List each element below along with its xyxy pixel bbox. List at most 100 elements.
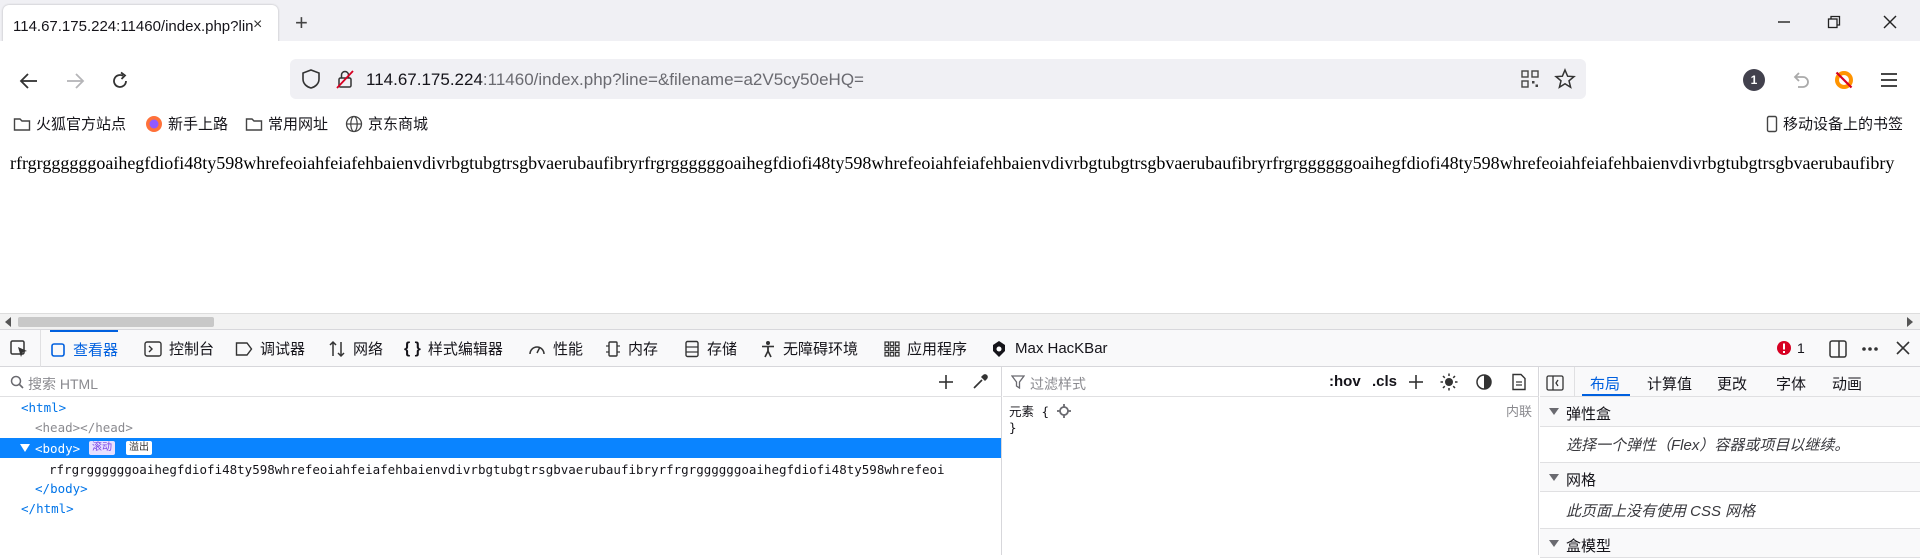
element-selector: 元素 { [1009,404,1050,419]
bookmark-item[interactable]: 火狐官方站点 [13,113,126,134]
error-counter[interactable]: 1 [1776,340,1805,356]
add-node-icon[interactable] [938,374,954,390]
tab-memory[interactable]: 内存 [605,330,658,367]
bookmark-label: 京东商城 [368,116,429,133]
bookmark-item[interactable]: 京东商城 [345,113,428,134]
body-open-tag: <body> [35,441,81,456]
reload-icon[interactable] [109,70,131,92]
insecure-lock-icon[interactable] [334,68,356,90]
new-tab-button[interactable]: + [295,12,308,34]
mobile-bookmarks-label: 移动设备上的书签 [1783,116,1904,133]
hover-states-button[interactable]: :hov [1329,373,1361,390]
devtools-close-icon[interactable] [1895,340,1911,356]
tab-label: 无障碍环境 [783,341,859,358]
tab-close-icon[interactable]: × [253,17,262,33]
tab-layout[interactable]: 布局 [1590,373,1620,394]
browser-tab[interactable]: 114.67.175.224:11460/index.php?line=&fil… [3,5,278,45]
undo-icon[interactable] [1789,69,1811,91]
box-model-section-header[interactable]: 盒模型 [1540,528,1920,558]
rules-panel: 过滤样式 :hov .cls 元素 { } 内联 [1003,367,1539,555]
gear-icon[interactable] [1057,403,1072,418]
print-media-icon[interactable] [1511,373,1527,391]
minimize-icon[interactable] [1776,14,1792,30]
extension-blocked-icon[interactable] [1833,69,1855,91]
navigation-toolbar: 114.67.175.224:11460/index.php?line=&fil… [0,41,1920,117]
account-badge-icon[interactable]: 1 [1743,69,1765,91]
expand-triangle-icon[interactable] [20,444,30,452]
tab-label: Max HacKBar [1015,340,1108,357]
more-options-icon[interactable] [1860,339,1880,359]
back-icon[interactable] [18,70,40,92]
body-text-node[interactable]: rfrgrggggggoaihegfdiofi48ty598whrefeoiah… [49,462,1001,477]
accessibility-icon [760,340,776,358]
error-count: 1 [1797,340,1805,356]
tab-fonts[interactable]: 字体 [1776,373,1806,394]
tab-hackbar[interactable]: Max HacKBar [990,330,1108,367]
eyedropper-icon[interactable] [972,374,988,390]
body-close-tag[interactable]: </body> [35,481,88,496]
tab-accessibility[interactable]: 无障碍环境 [760,330,858,367]
toggle-sidebar-icon[interactable] [1546,375,1564,391]
tab-label: 网络 [353,341,384,358]
tab-label: 调试器 [260,341,306,358]
url-host: 114.67.175.224 [366,70,483,89]
layout-panel: 布局 计算值 更改 字体 动画 弹性盒 选择一个弹性（Flex）容器或项目以继续… [1540,367,1920,558]
tab-storage[interactable]: 存储 [684,330,737,367]
tag-name: html [28,400,59,415]
inline-source-label[interactable]: 内联 [1506,401,1532,420]
tab-title: 114.67.175.224:11460/index.php?line=&fil… [13,18,253,35]
classes-button[interactable]: .cls [1372,373,1397,390]
overflow-badge[interactable]: 溢出 [126,441,152,455]
url-text[interactable]: 114.67.175.224:11460/index.php?line=&fil… [366,70,864,90]
grid-section-header[interactable]: 网格 [1540,462,1920,492]
tab-changes[interactable]: 更改 [1717,373,1747,394]
menu-icon[interactable] [1878,69,1900,91]
bookmark-item[interactable]: 新手上路 [145,113,228,134]
html-search-input[interactable]: 搜索 HTML [28,374,98,394]
tab-debugger[interactable]: 调试器 [235,330,305,367]
scroll-left-icon[interactable] [4,317,12,327]
flexbox-section-header[interactable]: 弹性盒 [1540,397,1920,427]
light-scheme-icon[interactable] [1440,373,1458,391]
html-search-bar[interactable]: 搜索 HTML [0,367,1002,397]
body-node-selected[interactable]: <body> 滚动 溢出 [0,438,1001,458]
scrollbar-thumb[interactable] [18,317,214,327]
tag-name: body [50,481,81,496]
bookmark-star-icon[interactable] [1554,68,1576,90]
horizontal-scrollbar[interactable] [0,313,1920,329]
shield-icon[interactable] [300,68,322,90]
element-rule[interactable]: 元素 { [1009,401,1072,420]
html-close-tag[interactable]: </html> [21,501,74,516]
tag-name: head [42,420,73,435]
tab-animations[interactable]: 动画 [1832,373,1862,394]
tab-application[interactable]: 应用程序 [884,330,967,367]
tab-performance[interactable]: 性能 [528,330,583,367]
tab-console[interactable]: 控制台 [144,330,214,367]
element-picker-icon[interactable] [9,339,29,359]
folder-icon [245,116,263,132]
tab-computed[interactable]: 计算值 [1647,373,1692,394]
dark-scheme-icon[interactable] [1475,373,1493,391]
scroll-badge[interactable]: 滚动 [89,441,115,455]
qr-code-icon[interactable] [1519,68,1541,90]
scroll-right-icon[interactable] [1906,317,1914,327]
mobile-bookmarks[interactable]: 移动设备上的书签 [1766,113,1903,134]
collapse-triangle-icon [1549,540,1559,547]
restore-icon[interactable] [1826,14,1842,30]
filter-styles-input[interactable]: 过滤样式 [1030,374,1086,394]
html-open-tag[interactable]: <html> [21,400,66,415]
forward-icon[interactable] [64,70,86,92]
rule-close-brace: } [1009,420,1017,435]
tab-network[interactable]: 网络 [328,330,383,367]
dock-side-icon[interactable] [1828,339,1848,359]
tab-inspector[interactable]: 查看器 [50,330,119,367]
bookmark-item[interactable]: 常用网址 [245,113,328,134]
url-bar[interactable]: 114.67.175.224:11460/index.php?line=&fil… [290,59,1586,99]
add-rule-icon[interactable] [1408,374,1424,390]
page-content: rfrgrggggggoaihegfdiofi48ty598whrefeoiah… [0,141,1920,313]
gauge-icon [528,341,546,357]
head-node[interactable]: <head></head> [35,420,133,435]
grid-hint: 此页面上没有使用 CSS 网格 [1566,503,1756,520]
close-icon[interactable] [1882,14,1898,30]
tab-style-editor[interactable]: { } 样式编辑器 [404,330,503,367]
